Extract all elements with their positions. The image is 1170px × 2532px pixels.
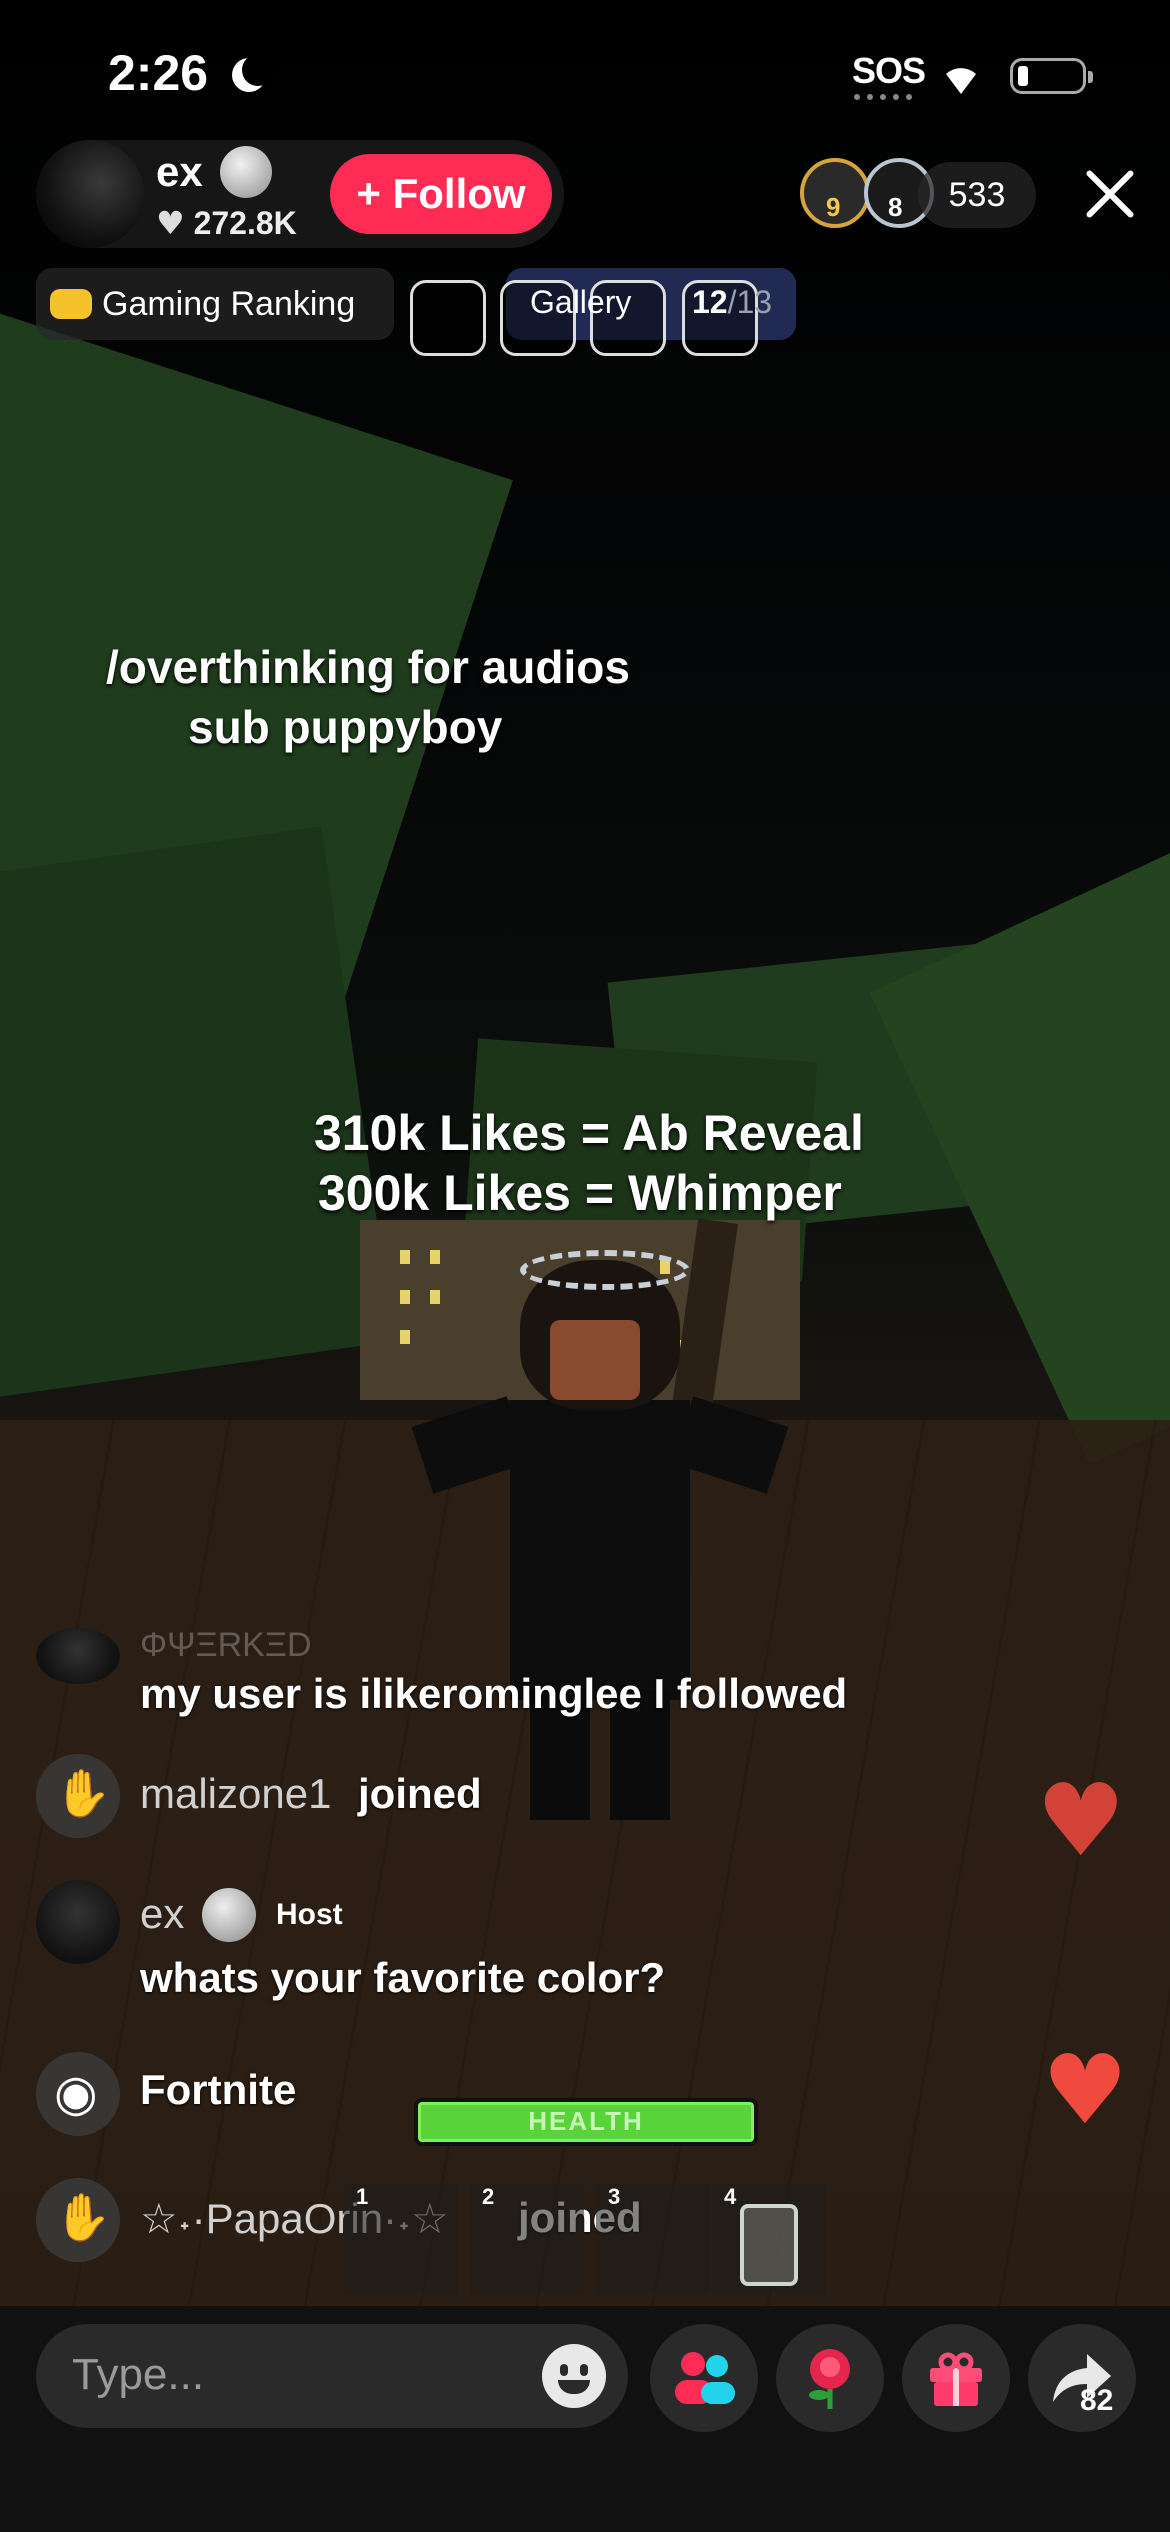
close-icon[interactable] — [1082, 166, 1138, 222]
multi-guest-button[interactable] — [650, 2324, 758, 2432]
heart-icon: ♥ — [156, 204, 185, 242]
gaming-ranking-label: Gaming Ranking — [102, 284, 356, 323]
host-level-badge-icon — [220, 146, 272, 198]
join-wave-icon — [36, 2178, 120, 2262]
gaming-ranking-button[interactable]: Gaming Ranking — [36, 268, 394, 340]
inventory-slot: 2 — [470, 2184, 584, 2294]
stream-overlay-text: 310k Likes = Ab Reveal — [314, 1105, 864, 1161]
join-wave-icon — [36, 1754, 120, 1838]
gamepad-icon — [36, 2052, 120, 2136]
host-level-badge-icon — [202, 1888, 256, 1942]
people-icon — [675, 2352, 735, 2404]
status-time: 2:26 — [108, 45, 209, 101]
gallery-total: /13 — [727, 284, 773, 320]
comment-text: my user is ilikerominglee I followed — [140, 1670, 848, 1717]
rose-gift-button[interactable] — [776, 2324, 884, 2432]
slot-number: 2 — [482, 2184, 495, 2209]
slot-number: 4 — [724, 2184, 737, 2209]
stream-overlay-text: /overthinking for audios — [106, 641, 630, 693]
comment-text: Fortnite — [140, 2066, 297, 2113]
backpack-icon[interactable] — [410, 280, 486, 356]
stream-overlay-text: sub puppyboy — [188, 701, 503, 753]
follow-button[interactable]: + Follow — [330, 154, 552, 234]
game-health-bar: HEALTH — [414, 2098, 758, 2146]
gamepad-icon — [50, 289, 92, 319]
inventory-slot: 1 — [344, 2184, 458, 2294]
comment-username[interactable]: malizone1 — [140, 1770, 331, 1818]
gallery-current: 12 — [692, 284, 728, 320]
comment-text: whats your favorite color? — [140, 1954, 666, 2001]
signal-dots-icon — [854, 94, 912, 106]
focus-moon-icon — [232, 54, 274, 92]
viewer-rank: 8 — [888, 192, 903, 222]
comment-avatar[interactable] — [36, 1880, 120, 1964]
gallery-count: 12/13 — [692, 284, 772, 321]
comment-avatar[interactable] — [36, 1628, 120, 1684]
gallery-label: Gallery — [530, 284, 632, 320]
gift-icon — [930, 2352, 982, 2406]
host-likes: ♥ 272.8K — [156, 204, 297, 242]
emoji-icon[interactable] — [542, 2344, 606, 2408]
inventory-slot: 3 — [596, 2184, 710, 2294]
game-stream-video — [0, 0, 1170, 2532]
slot-number: 3 — [608, 2184, 621, 2209]
battery-icon — [1010, 58, 1093, 94]
viewer-rank: 9 — [826, 192, 841, 222]
comment-username: ΦΨΞRΚΞD — [140, 1626, 312, 1664]
host-tag: Host — [276, 1898, 343, 1931]
sos-indicator: SOS — [852, 50, 926, 91]
host-avatar[interactable] — [36, 140, 144, 248]
viewer-count[interactable]: 533 — [918, 162, 1036, 228]
comment-input-placeholder: Type... — [72, 2350, 205, 2399]
share-count: 82 — [1080, 2384, 1114, 2417]
wifi-icon — [946, 68, 976, 94]
host-likes-count: 272.8K — [193, 205, 297, 241]
game-character — [411, 1250, 789, 1820]
floating-heart-icon: ♥ — [1042, 2034, 1129, 2146]
jar-item-icon — [740, 2204, 798, 2286]
gift-button[interactable] — [902, 2324, 1010, 2432]
slot-number: 1 — [356, 2184, 369, 2209]
comment-text: joined — [358, 1770, 482, 1817]
comment-username[interactable]: ex — [140, 1890, 184, 1938]
stream-overlay-text: 300k Likes = Whimper — [318, 1165, 842, 1221]
rose-icon — [809, 2349, 850, 2409]
floating-heart-icon: ♥ — [1036, 1762, 1126, 1879]
host-name[interactable]: ex — [156, 148, 203, 196]
health-label: HEALTH — [528, 2106, 644, 2136]
